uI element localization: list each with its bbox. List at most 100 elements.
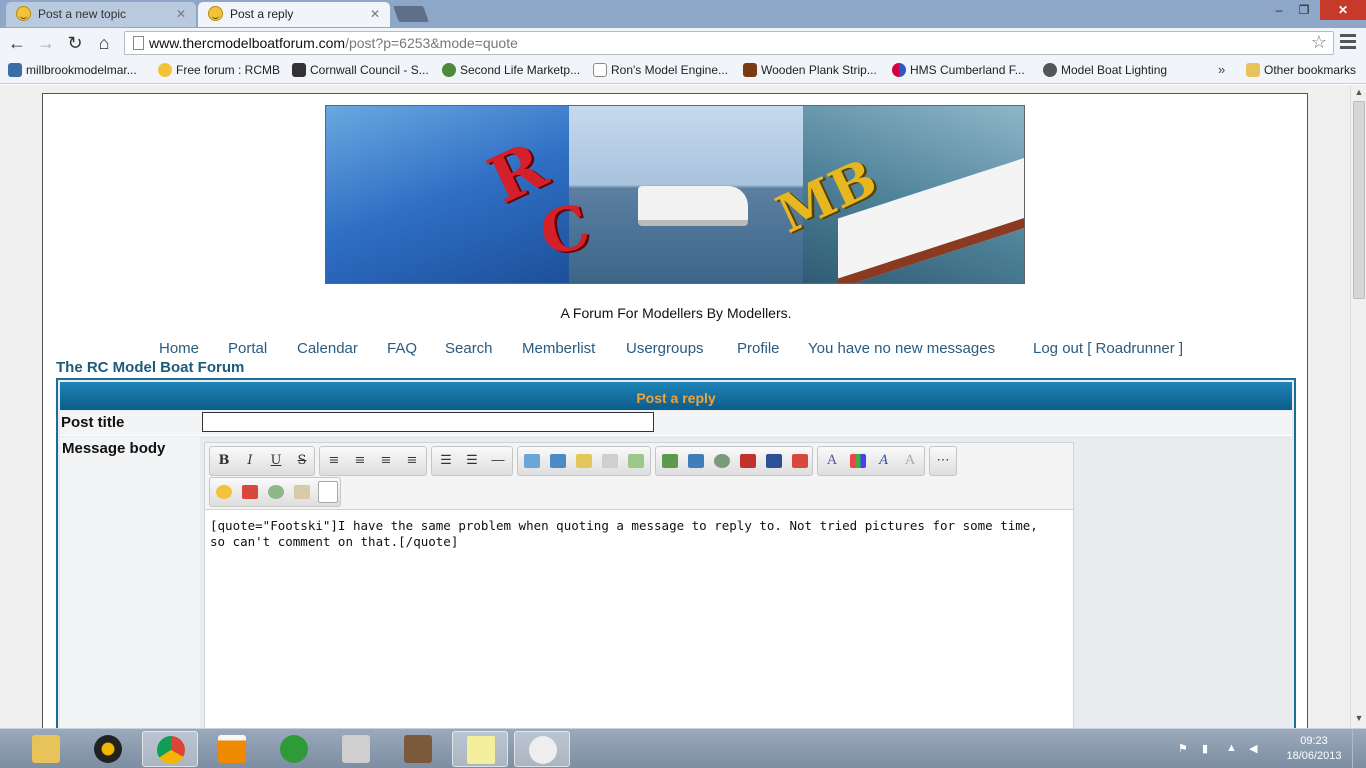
smiley-icon[interactable] (216, 485, 232, 499)
message-body-textarea[interactable]: [quote="Footski"]I have the same problem… (210, 518, 1060, 550)
paint-palette-icon (529, 736, 557, 764)
scroll-down-arrow-icon[interactable]: ▼ (1351, 713, 1366, 723)
horizontal-rule-icon[interactable]: ― (488, 452, 508, 470)
link-icon[interactable] (714, 454, 730, 468)
dailymotion-icon[interactable] (766, 454, 782, 468)
maximize-button[interactable]: ❐ (1292, 0, 1316, 20)
bookmark-item[interactable]: Second Life Marketp... (442, 63, 580, 77)
code-icon[interactable] (550, 454, 566, 468)
taskbar-file-explorer[interactable] (18, 731, 74, 767)
bookmark-star-icon[interactable]: ☆ (1311, 32, 1327, 53)
bookmark-item[interactable]: Cornwall Council - S... (292, 63, 429, 77)
bookmark-item[interactable]: HMS Cumberland F... (892, 63, 1025, 77)
underline-button[interactable]: U (266, 452, 286, 470)
taskbar-sticky-notes[interactable] (452, 731, 508, 767)
paste-icon[interactable] (294, 485, 310, 499)
show-desktop-button[interactable] (1352, 729, 1366, 768)
volume-icon[interactable]: ◀ (1249, 742, 1261, 755)
game-icon (404, 735, 432, 763)
bookmarks-bar: millbrookmodelmar... Free forum : RCMB C… (0, 58, 1366, 84)
date-icon[interactable] (242, 485, 258, 499)
bullet-list-icon[interactable]: ☰ (436, 452, 456, 470)
taskbar-monitor[interactable] (328, 731, 384, 767)
taskbar-paint[interactable] (514, 731, 570, 767)
source-mode-icon[interactable] (318, 481, 338, 503)
nav-calendar[interactable]: Calendar (297, 340, 358, 357)
address-bar[interactable]: www.thercmodelboatforum.com/post?p=6253&… (124, 31, 1334, 55)
hide-icon[interactable] (602, 454, 618, 468)
message-editor: B I U S ≡ ≡ ≡ ≡ ☰ ☰ ― A A A ⋯ [quote="Fo… (204, 442, 1074, 728)
action-center-flag-icon[interactable]: ⚑ (1178, 742, 1190, 755)
page-scrollbar[interactable]: ▲ ▼ (1350, 85, 1366, 728)
new-tab-button[interactable] (393, 6, 429, 22)
image-icon[interactable] (662, 454, 678, 468)
host-image-icon[interactable] (688, 454, 704, 468)
close-window-button[interactable]: ✕ (1320, 0, 1366, 20)
nav-logout[interactable]: Log out [ Roadrunner ] (1033, 340, 1183, 357)
taskbar-vlc[interactable] (204, 731, 260, 767)
tab-post-new-topic[interactable]: Post a new topic ✕ (6, 2, 196, 27)
strikethrough-button[interactable]: S (292, 452, 312, 470)
tab-post-a-reply[interactable]: Post a reply ✕ (198, 2, 390, 27)
bookmark-item[interactable]: Ron's Model Engine... (593, 63, 728, 77)
tab-label: Post a reply (230, 7, 294, 21)
minimize-button[interactable]: – (1268, 0, 1290, 20)
sticky-note-icon (467, 736, 495, 764)
more-options-icon[interactable]: ⋯ (933, 452, 953, 470)
table-icon[interactable] (628, 454, 644, 468)
editor-toolbar: B I U S ≡ ≡ ≡ ≡ ☰ ☰ ― A A A ⋯ (205, 443, 1073, 510)
font-family-icon[interactable]: A (874, 452, 894, 470)
close-tab-icon[interactable]: ✕ (370, 2, 380, 26)
align-right-icon[interactable]: ≡ (376, 452, 396, 470)
taskbar-utorrent[interactable] (266, 731, 322, 767)
youtube-icon[interactable] (740, 454, 756, 468)
nav-memberlist[interactable]: Memberlist (522, 340, 595, 357)
numbered-list-icon[interactable]: ☰ (462, 452, 482, 470)
back-arrow-icon[interactable]: ← (6, 32, 28, 54)
nav-faq[interactable]: FAQ (387, 340, 417, 357)
taskbar-chrome[interactable] (142, 731, 198, 767)
flash-icon[interactable] (792, 454, 808, 468)
post-title-input[interactable] (202, 412, 654, 432)
close-tab-icon[interactable]: ✕ (176, 2, 186, 26)
quote-icon[interactable] (524, 454, 540, 468)
nav-portal[interactable]: Portal (228, 340, 267, 357)
forum-title-link[interactable]: The RC Model Boat Forum (56, 359, 244, 376)
bookmark-item[interactable]: Free forum : RCMB (158, 63, 280, 77)
system-clock[interactable]: 09:23 18/06/2013 (1284, 734, 1344, 764)
color-icon[interactable] (850, 454, 866, 468)
forum-favicon-icon (208, 6, 223, 21)
nav-usergroups[interactable]: Usergroups (626, 340, 704, 357)
home-icon[interactable]: ⌂ (93, 32, 115, 54)
scroll-up-arrow-icon[interactable]: ▲ (1351, 87, 1366, 97)
italic-button[interactable]: I (240, 452, 260, 470)
message-body-label: Message body (62, 440, 166, 457)
hand-icon (442, 63, 456, 77)
preview-icon[interactable] (268, 485, 284, 499)
spoiler-icon[interactable] (576, 454, 592, 468)
scrollbar-thumb[interactable] (1353, 101, 1365, 299)
align-center-icon[interactable]: ≡ (350, 452, 370, 470)
nav-home[interactable]: Home (159, 340, 199, 357)
remove-format-icon[interactable]: A (900, 452, 920, 470)
other-bookmarks-folder[interactable]: Other bookmarks (1246, 63, 1356, 77)
url-text[interactable]: www.thercmodelboatforum.com/post?p=6253&… (149, 35, 518, 51)
nav-search[interactable]: Search (445, 340, 493, 357)
forward-arrow-icon[interactable]: → (35, 32, 57, 54)
bold-button[interactable]: B (214, 452, 234, 470)
reload-icon[interactable]: ↻ (64, 32, 86, 54)
chrome-menu-icon[interactable] (1340, 34, 1356, 50)
network-icon[interactable]: ▲ (1226, 742, 1238, 754)
bookmark-item[interactable]: millbrookmodelmar... (8, 63, 137, 77)
bookmarks-overflow-chevron[interactable]: » (1218, 62, 1225, 77)
nav-profile[interactable]: Profile (737, 340, 780, 357)
font-size-icon[interactable]: A (822, 452, 842, 470)
battery-icon[interactable]: ▮ (1202, 742, 1214, 755)
align-left-icon[interactable]: ≡ (324, 452, 344, 470)
taskbar-game[interactable] (390, 731, 446, 767)
bookmark-item[interactable]: Wooden Plank Strip... (743, 63, 877, 77)
taskbar-audio-player[interactable] (80, 731, 136, 767)
nav-messages[interactable]: You have no new messages (808, 340, 995, 357)
bookmark-item[interactable]: Model Boat Lighting (1043, 63, 1167, 77)
justify-icon[interactable]: ≡ (402, 452, 422, 470)
